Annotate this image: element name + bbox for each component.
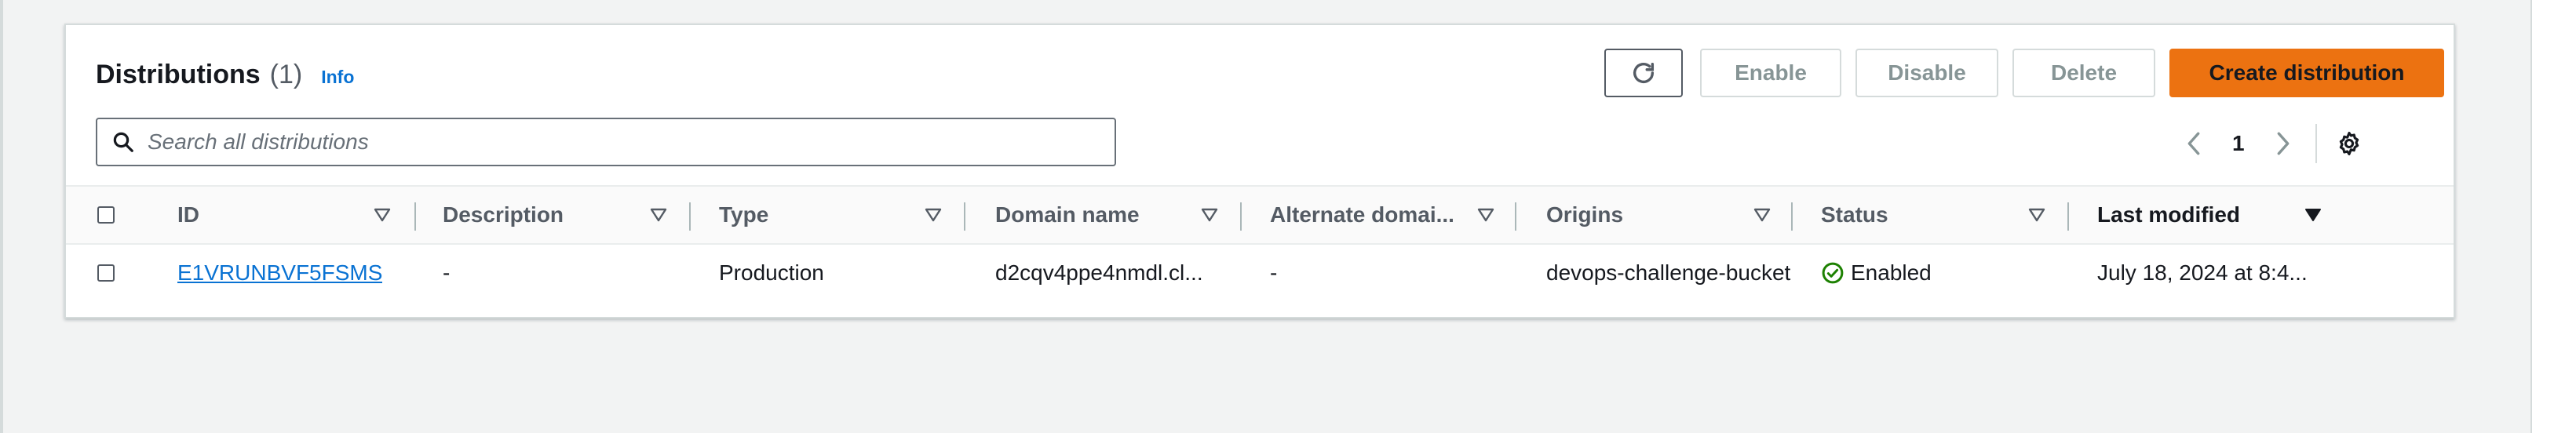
refresh-button[interactable] <box>1604 49 1683 97</box>
cell-origins: devops-challenge-bucket- <box>1546 260 1791 285</box>
search-placeholder: Search all distributions <box>148 129 369 154</box>
search-icon <box>113 132 133 152</box>
sort-desc-icon[interactable] <box>2304 207 2322 223</box>
sort-icon[interactable] <box>1201 207 1218 223</box>
chevron-left-icon[interactable] <box>2185 130 2202 157</box>
check-circle-icon <box>1822 262 1844 284</box>
column-header-type[interactable]: Type <box>719 187 768 243</box>
page-title: Distributions <box>96 60 261 89</box>
distribution-count: (1) <box>269 60 303 89</box>
column-divider[interactable] <box>1791 202 1793 231</box>
column-divider[interactable] <box>414 202 416 231</box>
table-header: ID Description Type Domain name Alternat… <box>66 185 2454 245</box>
distributions-panel: Distributions (1) Info Enable Disable De… <box>64 24 2455 318</box>
cell-description: - <box>443 260 451 285</box>
chevron-right-icon[interactable] <box>2275 130 2292 157</box>
row-checkbox[interactable] <box>97 264 115 282</box>
sort-icon[interactable] <box>650 207 667 223</box>
refresh-icon <box>1633 62 1655 83</box>
column-divider[interactable] <box>689 202 691 231</box>
column-divider[interactable] <box>1240 202 1242 231</box>
column-header-id[interactable]: ID <box>177 187 199 243</box>
delete-button[interactable]: Delete <box>2012 49 2155 97</box>
sort-icon[interactable] <box>2028 207 2045 223</box>
pagination: 1 <box>2185 124 2363 163</box>
left-edge <box>0 0 3 433</box>
column-header-description[interactable]: Description <box>443 187 564 243</box>
cell-type: Production <box>719 260 824 285</box>
status-text: Enabled <box>1851 260 1932 285</box>
column-header-domain-name[interactable]: Domain name <box>995 187 1140 243</box>
table-row: E1VRUNBVF5FSMS - Production d2cqv4ppe4nm… <box>66 245 2454 304</box>
disable-button[interactable]: Disable <box>1855 49 1998 97</box>
sort-icon[interactable] <box>1753 207 1771 223</box>
cell-domain-name: d2cqv4ppe4nmdl.cl... <box>995 260 1203 285</box>
info-link[interactable]: Info <box>321 67 354 88</box>
column-header-last-modified[interactable]: Last modified <box>2097 187 2240 243</box>
settings-icon[interactable] <box>2336 130 2363 157</box>
create-distribution-button[interactable]: Create distribution <box>2169 49 2444 97</box>
sort-icon[interactable] <box>925 207 942 223</box>
select-all-checkbox[interactable] <box>97 206 115 224</box>
distribution-id-link[interactable]: E1VRUNBVF5FSMS <box>177 260 382 286</box>
cell-id: E1VRUNBVF5FSMS <box>177 245 382 301</box>
sort-icon[interactable] <box>374 207 391 223</box>
panel-header: Distributions (1) Info <box>96 60 354 90</box>
column-header-alternate-domain[interactable]: Alternate domai... <box>1270 187 1454 243</box>
column-divider[interactable] <box>964 202 965 231</box>
column-divider[interactable] <box>1515 202 1516 231</box>
cell-alternate-domain: - <box>1270 260 1278 285</box>
column-header-status[interactable]: Status <box>1821 187 1888 243</box>
pager-divider <box>2315 124 2317 163</box>
column-header-origins[interactable]: Origins <box>1546 187 1623 243</box>
search-input[interactable]: Search all distributions <box>96 118 1116 166</box>
column-divider[interactable] <box>2067 202 2069 231</box>
right-gutter <box>2530 0 2576 433</box>
enable-button[interactable]: Enable <box>1700 49 1841 97</box>
cell-last-modified: July 18, 2024 at 8:4... <box>2097 260 2308 285</box>
page-number[interactable]: 1 <box>2232 131 2245 156</box>
status-badge: Enabled <box>1821 245 1932 301</box>
sort-icon[interactable] <box>1477 207 1494 223</box>
